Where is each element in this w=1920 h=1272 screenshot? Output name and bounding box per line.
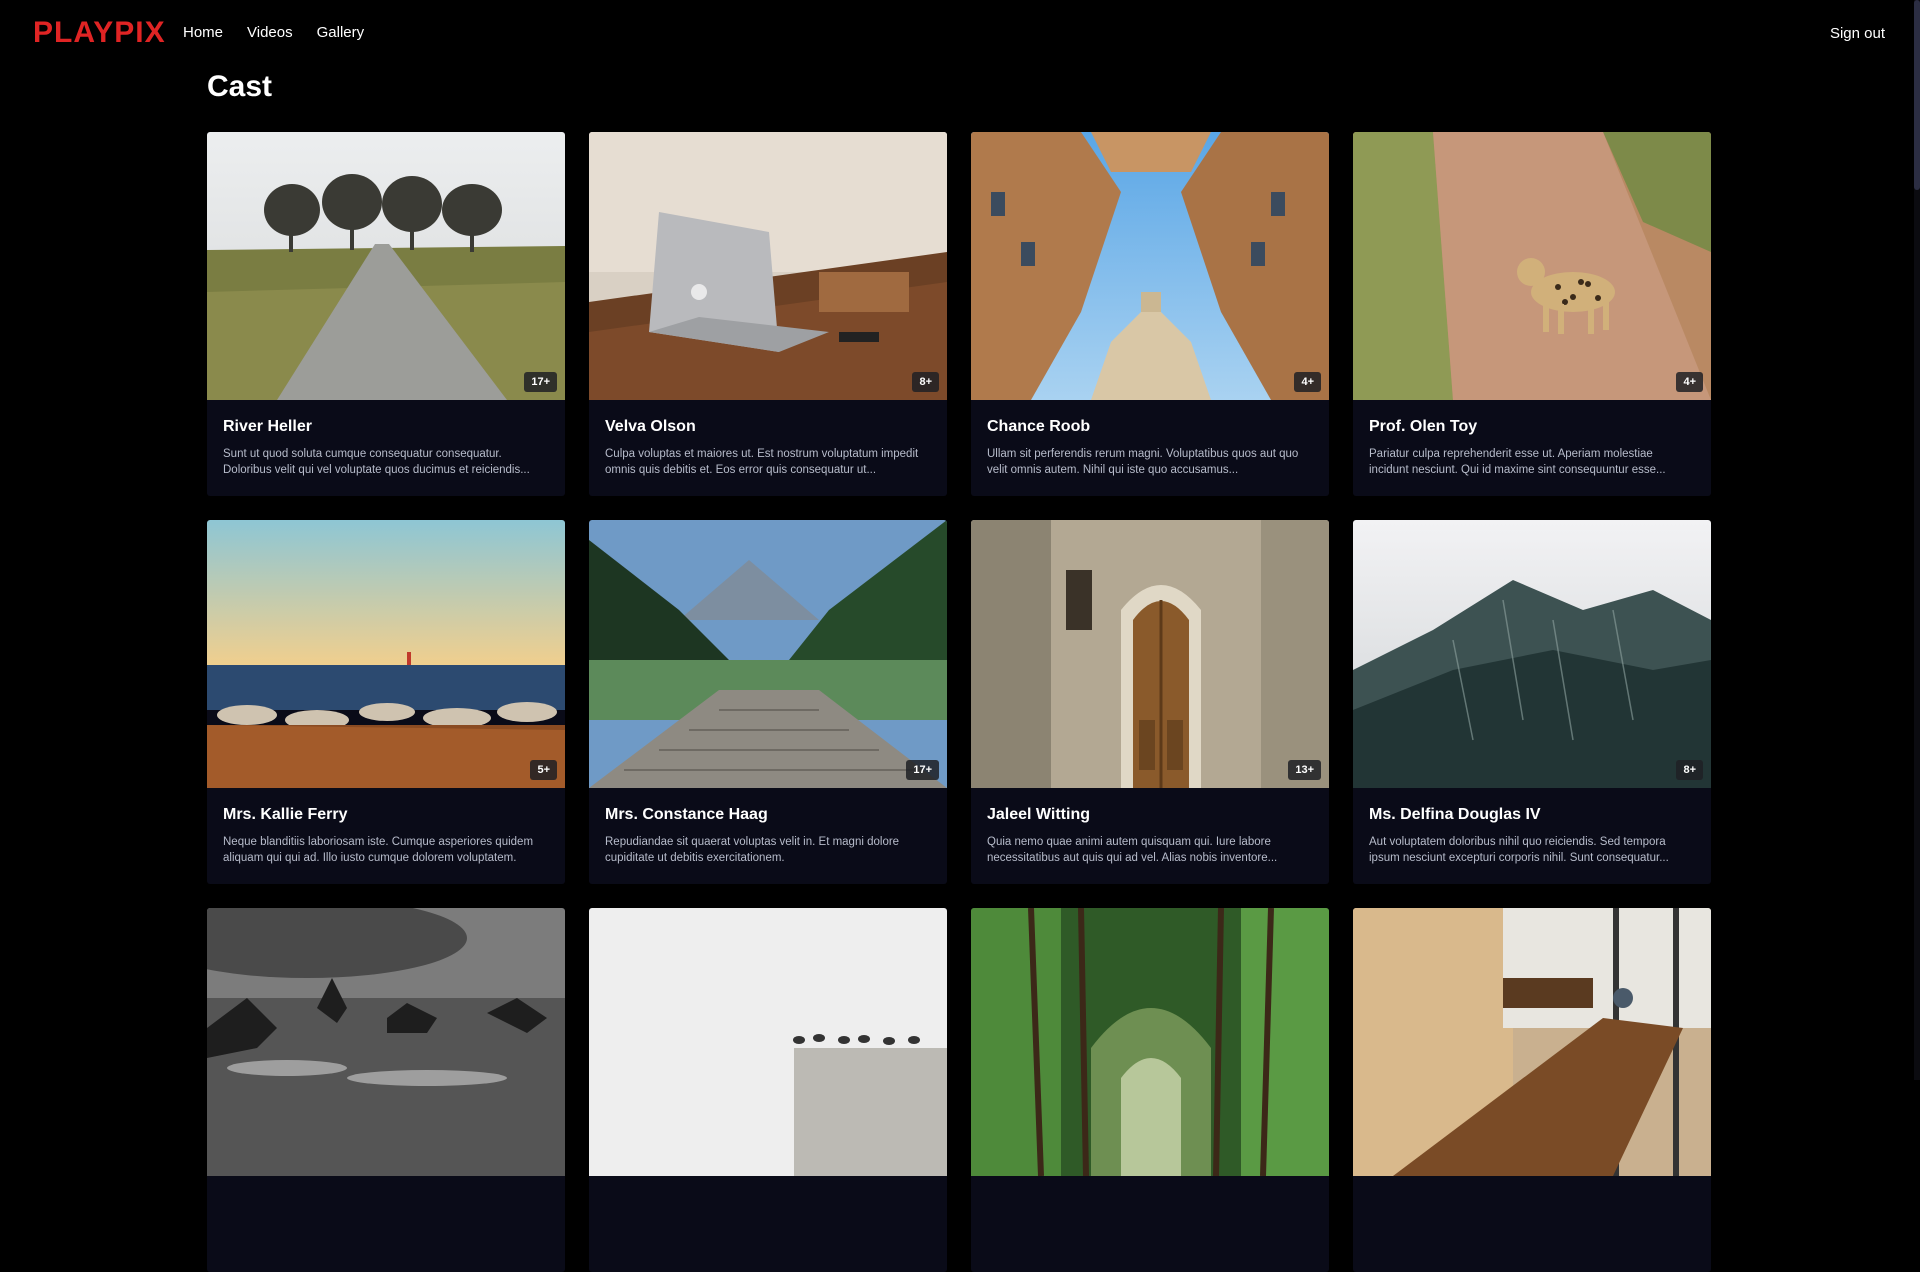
- age-rating-badge: 17+: [524, 372, 557, 392]
- page-scrollbar[interactable]: [1914, 0, 1920, 1080]
- page-title: Cast: [207, 70, 273, 103]
- cast-name[interactable]: Jaleel Witting: [987, 806, 1313, 824]
- cast-photo-wooden-door: 13+: [971, 520, 1329, 788]
- cast-photo-cafe-interior: [1353, 908, 1711, 1176]
- sign-out-link[interactable]: Sign out: [1830, 25, 1885, 42]
- cast-description: Pariatur culpa reprehenderit esse ut. Ap…: [1369, 448, 1666, 476]
- playpix-logo[interactable]: PLAYPIX: [33, 16, 166, 50]
- nav-gallery-link[interactable]: Gallery: [317, 24, 365, 41]
- cast-name[interactable]: Chance Roob: [987, 418, 1313, 436]
- age-rating-badge: 5+: [530, 760, 557, 780]
- cast-photo-misty-mountain: 8+: [1353, 520, 1711, 788]
- cast-photo-stormy-sea: [207, 908, 565, 1176]
- cast-card[interactable]: 5+ Mrs. Kallie Ferry Neque blanditiis la…: [207, 520, 565, 884]
- cast-description: Ullam sit perferendis rerum magni. Volup…: [987, 448, 1299, 476]
- cast-card[interactable]: [1353, 908, 1711, 1272]
- cast-description: Sunt ut quod soluta cumque consequatur c…: [223, 448, 530, 476]
- cast-name[interactable]: Velva Olson: [605, 418, 931, 436]
- cast-description: Aut voluptatem doloribus nihil quo reici…: [1369, 836, 1669, 864]
- cast-card[interactable]: [971, 908, 1329, 1272]
- cast-photo-park-path: 17+: [207, 132, 565, 400]
- cast-description: Neque blanditiis laboriosam iste. Cumque…: [223, 836, 534, 864]
- cast-card[interactable]: 4+ Prof. Olen Toy Pariatur culpa reprehe…: [1353, 132, 1711, 496]
- cast-photo-birds-wall: [589, 908, 947, 1176]
- cast-photo-forest-tunnel: [971, 908, 1329, 1176]
- cast-card[interactable]: [207, 908, 565, 1272]
- cast-name[interactable]: River Heller: [223, 418, 549, 436]
- cast-description: Quia nemo quae animi autem quisquam qui.…: [987, 836, 1278, 864]
- cast-card[interactable]: 13+ Jaleel Witting Quia nemo quae animi …: [971, 520, 1329, 884]
- cast-description: Culpa voluptas et maiores ut. Est nostru…: [605, 448, 919, 476]
- cast-card[interactable]: 17+ Mrs. Constance Haag Repudiandae sit …: [589, 520, 947, 884]
- cast-card[interactable]: 4+ Chance Roob Ullam sit perferendis rer…: [971, 132, 1329, 496]
- cast-card[interactable]: 8+ Velva Olson Culpa voluptas et maiores…: [589, 132, 947, 496]
- main-nav: Home Videos Gallery: [183, 24, 364, 41]
- cast-card[interactable]: 17+ River Heller Sunt ut quod soluta cum…: [207, 132, 565, 496]
- cast-photo-laptop-desk: 8+: [589, 132, 947, 400]
- cast-grid: 17+ River Heller Sunt ut quod soluta cum…: [207, 132, 1711, 1272]
- cast-photo-leopard-road: 4+: [1353, 132, 1711, 400]
- cast-name[interactable]: Prof. Olen Toy: [1369, 418, 1695, 436]
- age-rating-badge: 4+: [1676, 372, 1703, 392]
- cast-card[interactable]: 8+ Ms. Delfina Douglas IV Aut voluptatem…: [1353, 520, 1711, 884]
- cast-name[interactable]: Ms. Delfina Douglas IV: [1369, 806, 1695, 824]
- cast-photo-seaside-sunset: 5+: [207, 520, 565, 788]
- cast-name[interactable]: Mrs. Kallie Ferry: [223, 806, 549, 824]
- cast-photo-lake-dock: 17+: [589, 520, 947, 788]
- age-rating-badge: 4+: [1294, 372, 1321, 392]
- cast-card[interactable]: [589, 908, 947, 1272]
- cast-description: Repudiandae sit quaerat voluptas velit i…: [605, 836, 900, 864]
- top-navigation-bar: PLAYPIX Home Videos Gallery Sign out: [0, 0, 1920, 68]
- cast-photo-buildings-sky: 4+: [971, 132, 1329, 400]
- nav-home-link[interactable]: Home: [183, 24, 223, 41]
- age-rating-badge: 8+: [1676, 760, 1703, 780]
- nav-videos-link[interactable]: Videos: [247, 24, 293, 41]
- scrollbar-thumb[interactable]: [1914, 0, 1920, 190]
- cast-name[interactable]: Mrs. Constance Haag: [605, 806, 931, 824]
- age-rating-badge: 13+: [1288, 760, 1321, 780]
- age-rating-badge: 8+: [912, 372, 939, 392]
- age-rating-badge: 17+: [906, 760, 939, 780]
